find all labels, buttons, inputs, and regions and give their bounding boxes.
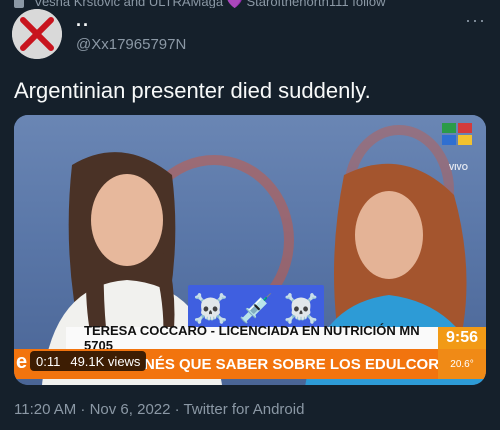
channel-logo <box>442 123 472 145</box>
skull-crossbones-icon: ☠️ <box>193 292 229 324</box>
live-tag: VIVO <box>448 163 468 172</box>
author-display-name[interactable]: .. <box>76 10 90 31</box>
video-stats-badge: 0:11 49.1K views <box>30 351 147 371</box>
temperature-badge: 20.6° <box>438 349 486 379</box>
lower-third-name: TERESA COCCARO - LICENCIADA EN NUTRICIÓN… <box>66 323 438 353</box>
video-duration: 0:11 <box>36 353 61 369</box>
tweet-text: Argentinian presenter died suddenly. <box>14 78 371 103</box>
video-views: 49.1K views <box>70 353 141 369</box>
syringe-icon: 💉 <box>238 292 274 324</box>
skull-crossbones-icon: ☠️ <box>283 292 319 324</box>
retweet-icon <box>14 0 24 8</box>
retweet-context[interactable]: Vesna Krstovic and ULTRAMaga 💜 Starofthe… <box>14 0 484 8</box>
red-x-icon <box>12 9 62 59</box>
retweet-context-text: Vesna Krstovic and ULTRAMaga 💜 Starofthe… <box>34 0 386 8</box>
more-options-icon[interactable]: ··· <box>465 10 486 31</box>
tweet-timestamp-source[interactable]: 11:20 AM · Nov 6, 2022 · Twitter for And… <box>14 401 304 418</box>
avatar[interactable] <box>12 9 62 59</box>
broadcast-clock: 9:56 <box>438 327 486 349</box>
author-handle[interactable]: @Xx17965797N <box>76 36 186 53</box>
tweet-video[interactable]: VIVO ☠️ 💉 ☠️ TERESA COCCARO - LICENCIADA… <box>14 115 486 385</box>
ticker-logo: e <box>16 351 28 373</box>
